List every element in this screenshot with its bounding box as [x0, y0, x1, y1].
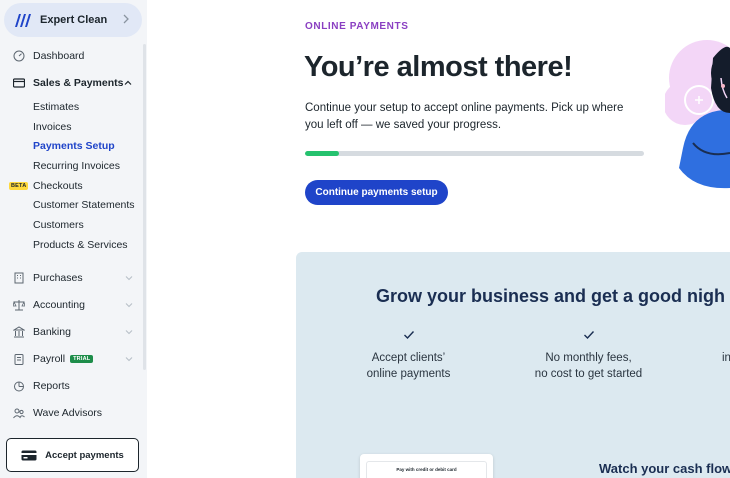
- sidebar-item-purchases[interactable]: Purchases: [0, 268, 147, 288]
- sidebar-item-wave-advisors[interactable]: Wave Advisors: [0, 403, 147, 423]
- section-eyebrow: ONLINE PAYMENTS: [305, 21, 409, 32]
- cash-flow-heading: Watch your cash flow: [599, 461, 730, 476]
- sidebar-item-accounting[interactable]: Accounting: [0, 295, 147, 315]
- sidebar-item-label: Wave Advisors: [33, 407, 103, 419]
- continue-payments-setup-button[interactable]: Continue payments setup: [305, 180, 448, 205]
- page-description: Continue your setup to accept online pay…: [305, 102, 624, 131]
- bank-icon: [13, 326, 25, 338]
- feature-line: no cost to get started: [534, 368, 643, 380]
- page-title: You’re almost there!: [304, 51, 573, 83]
- check-icon: [583, 331, 594, 340]
- sidebar-item-label: Sales & Payments: [33, 77, 124, 89]
- benefits-title: Grow your business and get a good nigh: [376, 286, 726, 306]
- feature-partial: in: [722, 330, 730, 366]
- sidebar-item-reports[interactable]: Reports: [0, 376, 147, 396]
- chevron-down-icon: [125, 303, 133, 308]
- business-switcher[interactable]: Expert Clean: [4, 3, 142, 37]
- chevron-down-icon: [125, 357, 133, 362]
- sidebar-subitem-products-services[interactable]: Products & Services: [33, 237, 128, 253]
- sidebar-item-dashboard[interactable]: Dashboard: [0, 46, 147, 66]
- sidebar: Expert Clean Dashboard Sales & Payments …: [0, 0, 147, 478]
- sidebar-item-label: Reports: [33, 380, 70, 392]
- beta-badge: BETA: [9, 182, 29, 190]
- scale-icon: [13, 299, 25, 311]
- payment-card-mockup: Pay with credit or debit card: [360, 454, 493, 478]
- feature-line: online payments: [366, 368, 451, 380]
- feature-line: No monthly fees,: [545, 352, 632, 364]
- feature-line: Accept clients’: [371, 352, 446, 364]
- sidebar-item-sales-payments[interactable]: Sales & Payments: [0, 73, 147, 93]
- benefits-panel: Grow your business and get a good nigh A…: [296, 252, 730, 478]
- sidebar-item-banking[interactable]: Banking: [0, 322, 147, 342]
- credit-card-icon: [21, 450, 37, 460]
- chevron-up-icon: [124, 80, 132, 85]
- building-icon: [13, 272, 25, 284]
- pie-chart-icon: [13, 380, 25, 392]
- sidebar-item-label: Payroll: [33, 353, 66, 365]
- sidebar-subitem-checkouts[interactable]: Checkouts: [33, 178, 83, 194]
- sidebar-item-label: Accounting: [33, 299, 85, 311]
- trial-badge: TRIAL: [70, 355, 94, 363]
- card-mockup-text: Pay with credit or debit card: [366, 461, 487, 478]
- sidebar-item-label: Dashboard: [33, 50, 85, 62]
- wave-logo-icon: [15, 14, 31, 27]
- setup-progress-bar: [305, 151, 644, 156]
- receipt-icon: [13, 77, 25, 89]
- sidebar-subitem-recurring-invoices[interactable]: Recurring Invoices: [33, 158, 120, 174]
- accept-payments-button[interactable]: Accept payments: [6, 438, 139, 472]
- sidebar-subitem-customer-statements[interactable]: Customer Statements: [33, 197, 135, 213]
- accept-payments-label: Accept payments: [45, 449, 124, 461]
- sidebar-item-label: Banking: [33, 326, 71, 338]
- sidebar-subitem-payments-setup[interactable]: Payments Setup: [33, 138, 115, 154]
- feature-line: in: [722, 352, 730, 364]
- sidebar-subitem-invoices[interactable]: Invoices: [33, 119, 72, 135]
- chevron-down-icon: [125, 330, 133, 335]
- check-icon: [403, 331, 414, 340]
- chevron-down-icon: [125, 276, 133, 281]
- sidebar-item-label: Purchases: [33, 272, 83, 284]
- sidebar-subitem-customers[interactable]: Customers: [33, 217, 84, 233]
- sidebar-subitem-estimates[interactable]: Estimates: [33, 99, 79, 115]
- feature-accept-payments: Accept clients’ online payments: [346, 330, 471, 382]
- people-icon: [13, 407, 25, 419]
- sidebar-item-payroll[interactable]: Payroll TRIAL: [0, 349, 147, 369]
- gauge-icon: [13, 50, 25, 62]
- business-name: Expert Clean: [40, 14, 108, 26]
- clipboard-icon: [13, 353, 25, 365]
- chevron-right-icon: [123, 14, 129, 24]
- person-illustration: [665, 40, 730, 189]
- setup-progress-fill: [305, 151, 339, 156]
- feature-no-fees: No monthly fees, no cost to get started: [521, 330, 656, 382]
